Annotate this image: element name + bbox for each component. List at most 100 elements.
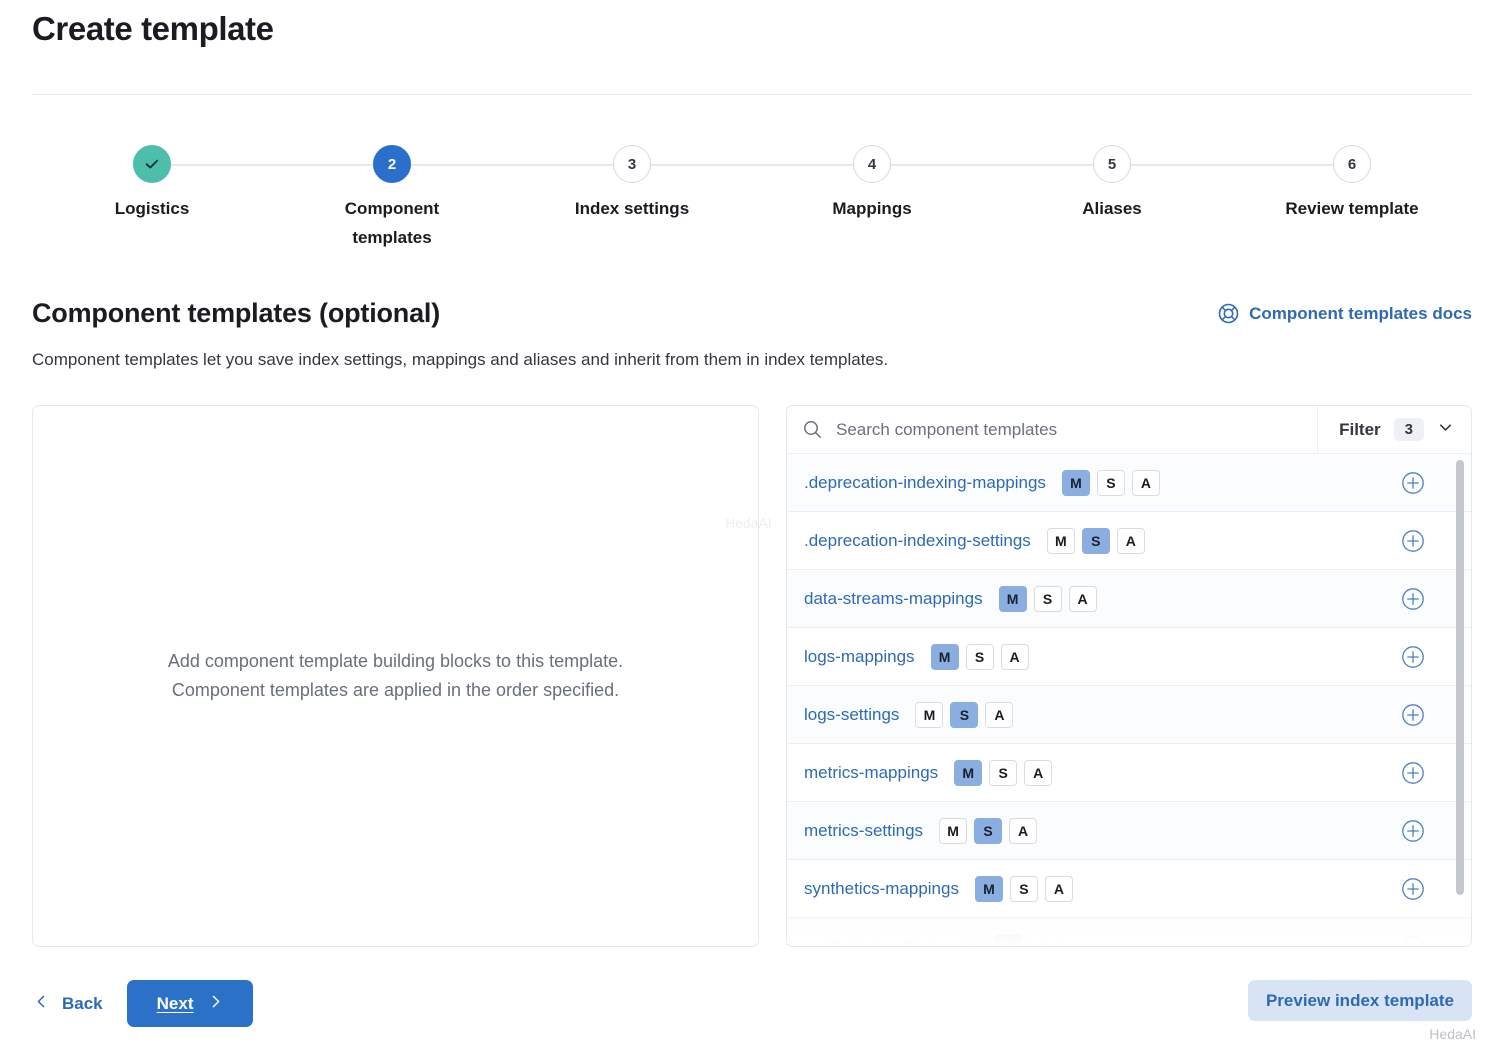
- stepper-circle-2[interactable]: 2: [373, 145, 411, 183]
- stepper-step-5[interactable]: 5 Aliases: [992, 145, 1232, 252]
- badge-s-active: S: [974, 817, 1003, 844]
- list-scrollbar[interactable]: [1456, 460, 1464, 940]
- next-button[interactable]: Next: [126, 980, 253, 1027]
- component-template-name[interactable]: logs-mappings: [804, 647, 915, 667]
- stepper-step-2[interactable]: 2 Component templates: [272, 145, 512, 252]
- stepper-step-4[interactable]: 4 Mappings: [752, 145, 992, 252]
- component-template-row[interactable]: metrics-mappings M S A: [787, 744, 1471, 802]
- wizard-stepper: Logistics 2 Component templates 3 Index sett…: [32, 145, 1472, 252]
- plus-in-circle-icon[interactable]: [1401, 703, 1425, 727]
- badge-s-inactive: S: [965, 643, 994, 670]
- component-template-row[interactable]: synthetics-mappings M S A: [787, 860, 1471, 918]
- badge-a-inactive: A: [1116, 527, 1145, 554]
- stepper-step-3[interactable]: 3 Index settings: [512, 145, 752, 252]
- chevron-right-icon: [208, 994, 223, 1014]
- filter-count-badge: 3: [1393, 418, 1424, 441]
- search-icon: [803, 420, 822, 439]
- badge-s-active: S: [994, 933, 1023, 946]
- watermark-bottom: HedaAI: [1429, 1026, 1476, 1042]
- badge-m-active: M: [930, 643, 959, 670]
- stepper-step-6[interactable]: 6 Review template: [1232, 145, 1472, 252]
- badge-a-inactive: A: [1000, 643, 1029, 670]
- component-template-name[interactable]: .deprecation-indexing-settings: [804, 531, 1031, 551]
- stepper-label-2: Component templates: [344, 199, 440, 247]
- search-box[interactable]: [787, 406, 1319, 453]
- stepper-label-4: Mappings: [832, 199, 912, 218]
- component-templates-docs-link[interactable]: Component templates docs: [1218, 303, 1472, 324]
- component-template-name[interactable]: data-streams-mappings: [804, 589, 983, 609]
- stepper-circle-5[interactable]: 5: [1093, 145, 1131, 183]
- selected-component-templates-dropzone[interactable]: Add component template building blocks t…: [32, 405, 759, 947]
- component-template-row[interactable]: logs-settings M S A: [787, 686, 1471, 744]
- search-input[interactable]: [834, 418, 1302, 441]
- section-header: Component templates (optional) Component…: [32, 298, 1472, 329]
- plus-in-circle-icon[interactable]: [1401, 819, 1425, 843]
- stepper-label-5: Aliases: [1082, 199, 1142, 218]
- stepper-label-6: Review template: [1285, 199, 1419, 218]
- component-template-row[interactable]: .deprecation-indexing-mappings M S A: [787, 454, 1471, 512]
- plus-in-circle-icon[interactable]: [1401, 761, 1425, 785]
- badge-a-inactive: A: [1131, 469, 1160, 496]
- component-template-name[interactable]: logs-settings: [804, 705, 899, 725]
- badge-a-inactive: A: [1029, 933, 1058, 946]
- component-template-name[interactable]: synthetics-mappings: [804, 879, 959, 899]
- filter-button[interactable]: Filter 3: [1318, 406, 1471, 453]
- stepper-circle-1[interactable]: [133, 145, 171, 183]
- stepper-step-1[interactable]: Logistics: [32, 145, 272, 252]
- component-templates-list-wrap: .deprecation-indexing-mappings M S A .deprec…: [787, 454, 1471, 946]
- badge-a-inactive: A: [985, 701, 1014, 728]
- list-scrollbar-thumb[interactable]: [1456, 460, 1464, 895]
- page-title: Create template: [32, 10, 274, 47]
- header-divider: [32, 94, 1472, 95]
- plus-in-circle-icon[interactable]: [1401, 587, 1425, 611]
- component-template-badges: MSA: [915, 701, 1014, 728]
- component-templates-selector: Filter 3 .deprecation-indexing-mappings M…: [786, 405, 1472, 947]
- component-template-row[interactable]: metrics-settings M S A: [787, 802, 1471, 860]
- component-template-name[interactable]: .deprecation-indexing-mappings: [804, 473, 1046, 493]
- stepper-label-3: Index settings: [574, 199, 690, 218]
- section-description: Component templates let you save index s…: [32, 350, 889, 369]
- plus-in-circle-icon[interactable]: [1401, 471, 1425, 495]
- component-template-row[interactable]: .deprecation-indexing-settings M S A: [787, 512, 1471, 570]
- chevron-left-icon: [34, 994, 49, 1014]
- plus-in-circle-icon[interactable]: [1401, 645, 1425, 669]
- badge-a-inactive: A: [1044, 875, 1073, 902]
- badge-s-active: S: [1081, 527, 1110, 554]
- component-template-badges: MSA: [1046, 527, 1145, 554]
- stepper-circle-4[interactable]: 4: [853, 145, 891, 183]
- badge-m-active: M: [1061, 469, 1090, 496]
- preview-index-template-button[interactable]: Preview index template: [1247, 980, 1472, 1021]
- stepper-circle-3[interactable]: 3: [613, 145, 651, 183]
- plus-in-circle-icon[interactable]: [1401, 529, 1425, 553]
- chevron-down-icon: [1437, 419, 1454, 441]
- badge-s-inactive: S: [1009, 875, 1038, 902]
- badge-a-inactive: A: [1068, 585, 1097, 612]
- badge-a-inactive: A: [1024, 759, 1053, 786]
- component-template-name[interactable]: metrics-settings: [804, 821, 923, 841]
- component-templates-list[interactable]: .deprecation-indexing-mappings M S A .deprec…: [787, 454, 1471, 946]
- badge-m-active: M: [998, 585, 1027, 612]
- badge-s-inactive: S: [1033, 585, 1062, 612]
- component-template-name[interactable]: metrics-mappings: [804, 763, 938, 783]
- component-template-badges: MSA: [930, 643, 1029, 670]
- stepper-circle-6[interactable]: 6: [1333, 145, 1371, 183]
- component-template-row[interactable]: data-streams-mappings M S A: [787, 570, 1471, 628]
- badge-m-active: M: [954, 759, 983, 786]
- component-template-name[interactable]: synthetics-settings: [804, 937, 944, 947]
- component-template-badges: MSA: [939, 817, 1038, 844]
- panels-row: Add component template building blocks t…: [32, 405, 1472, 950]
- badge-a-inactive: A: [1009, 817, 1038, 844]
- badge-m-inactive: M: [939, 817, 968, 844]
- dropzone-empty-line-2: Component templates are applied in the o…: [171, 680, 620, 700]
- next-button-label: Next: [156, 993, 194, 1013]
- badge-s-active: S: [950, 701, 979, 728]
- back-button-label: Back: [62, 993, 103, 1013]
- component-template-badges: MSA: [954, 759, 1053, 786]
- help-lifebuoy-icon: [1218, 303, 1239, 324]
- component-template-badges: MSA: [998, 585, 1097, 612]
- back-button[interactable]: Back: [32, 988, 105, 1020]
- plus-in-circle-icon[interactable]: [1401, 935, 1425, 946]
- component-template-row[interactable]: synthetics-settings MSA: [787, 918, 1471, 946]
- plus-in-circle-icon[interactable]: [1401, 877, 1425, 901]
- component-template-row[interactable]: logs-mappings M S A: [787, 628, 1471, 686]
